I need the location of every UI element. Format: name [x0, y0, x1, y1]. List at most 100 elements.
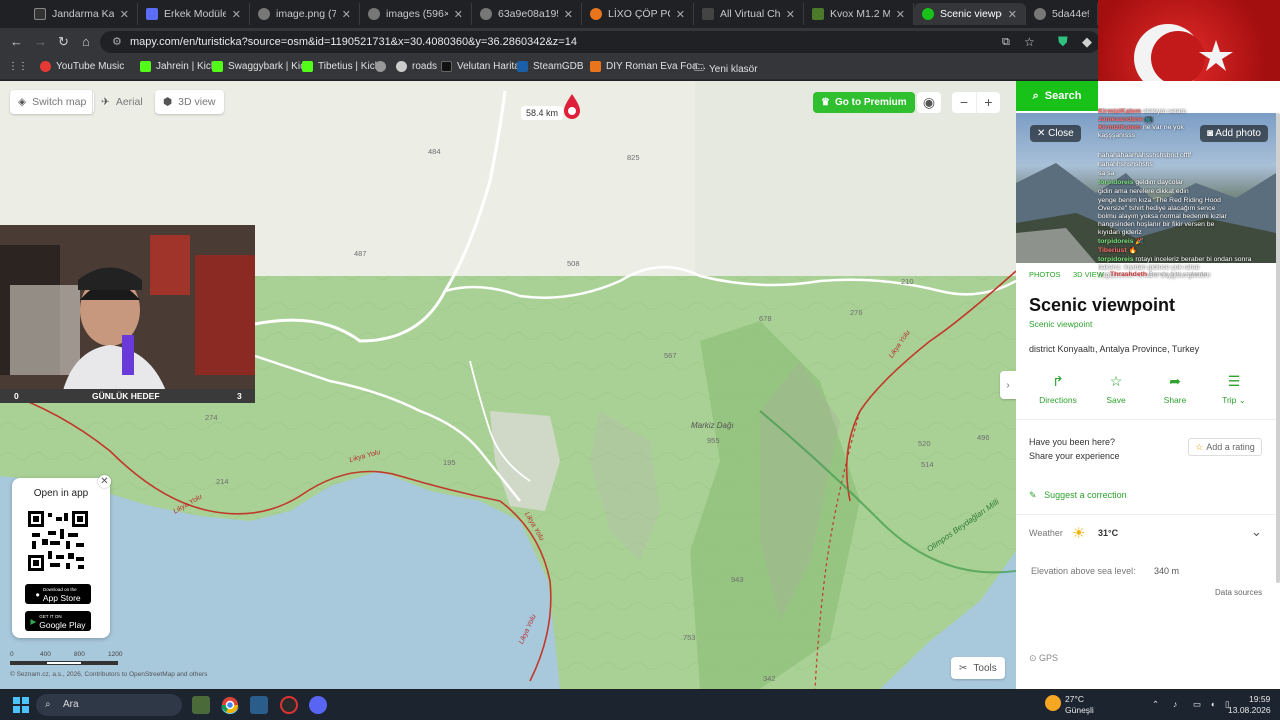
chrome-icon[interactable] — [221, 696, 239, 714]
shield-extension-icon[interactable]: ⛊ — [1058, 34, 1068, 50]
chevron-right-icon: › — [1006, 379, 1010, 391]
map-attribution[interactable]: © Seznam.cz, a.s., 2026, Contributors to… — [10, 671, 207, 678]
address-bar[interactable]: ⚙ mapy.com/en/turisticka?source=osm&id=1… — [100, 31, 1100, 53]
tab-scenic-viewpoint[interactable]: Scenic viewpoint✕ — [914, 3, 1026, 25]
forward-icon[interactable]: → — [34, 34, 47, 50]
discord-icon[interactable] — [309, 696, 327, 714]
sun-icon: ☀ — [1072, 525, 1086, 542]
close-icon[interactable]: ✕ — [98, 475, 111, 488]
volume-icon[interactable]: ◖ — [1210, 699, 1215, 709]
bookmark-tibetius[interactable]: Tibetius | Kick — [302, 61, 380, 72]
app-icon[interactable] — [250, 696, 268, 714]
bookmarks-bar: ⋮⋮ YouTube Music Jahrein | Kick Swaggyba… — [0, 56, 1280, 80]
bookmark-steamgdb[interactable]: SteamGDB — [517, 61, 584, 72]
close-tab-icon[interactable]: ✕ — [342, 8, 351, 21]
gps-row[interactable]: ⊙ GPS — [1029, 653, 1058, 664]
tab-kvox[interactable]: Kvox M1.2 Motos✕ — [804, 3, 914, 25]
aerial-button[interactable]: ✈ Aerial — [92, 90, 151, 114]
zoom-out-button[interactable]: − — [952, 92, 976, 113]
share-button[interactable]: ➦ Share — [1145, 373, 1205, 405]
tray-time[interactable]: 19:59 — [1249, 694, 1270, 704]
zoom-in-button[interactable]: + — [976, 92, 1000, 113]
elevation-label: Elevation above sea level: — [1031, 566, 1136, 576]
widget-icon[interactable] — [192, 696, 210, 714]
close-tab-icon[interactable]: ✕ — [454, 8, 463, 21]
tab-erkek[interactable]: Erkek Modüler&D✕ — [138, 3, 250, 25]
tab-virtual-challenge[interactable]: All Virtual Challe✕ — [694, 3, 804, 25]
bookmark-jahrein[interactable]: Jahrein | Kick — [140, 61, 216, 72]
bookmark-swaggybark[interactable]: Swaggybark | Kick — [212, 61, 310, 72]
switch-map-button[interactable]: ◈ Switch map — [10, 90, 95, 114]
app-icon[interactable] — [280, 696, 298, 714]
bookmark-globe[interactable] — [375, 61, 386, 72]
app-store-button[interactable]: ● Download on the App Store — [25, 584, 91, 604]
elevation-label: 943 — [731, 575, 744, 584]
bookmark-roads[interactable]: roads — [396, 61, 437, 72]
search-button[interactable]: ⌕ Search — [1016, 81, 1098, 111]
tools-button[interactable]: ✂ Tools — [951, 657, 1005, 679]
back-icon[interactable]: ← — [10, 34, 23, 50]
tab-3d-view[interactable]: 3D VIEW — [1073, 270, 1104, 279]
tab-5da44[interactable]: 5da44e9645d2 — [1026, 3, 1098, 25]
bookmark-yeni-klasor[interactable]: 🗀 Yeni klasör — [694, 61, 758, 78]
windows-taskbar: ⌕ Ara 27°C Güneşli ⌃ ♪ ▭ ◖ ▯ 19:59 13.08.… — [0, 690, 1280, 720]
panel-scrollbar[interactable] — [1276, 113, 1280, 583]
crown-icon: ♛ — [821, 97, 830, 108]
qr-code-icon[interactable] — [28, 511, 88, 571]
tab-image-png[interactable]: image.png (718×✕ — [250, 3, 360, 25]
tab-lixo[interactable]: LİXO ÇÖP POŞETİ✕ — [582, 3, 694, 25]
taskbar-search[interactable]: ⌕ Ara — [36, 694, 182, 716]
globe-icon — [375, 61, 386, 72]
tray-date[interactable]: 13.08.2026 — [1228, 705, 1271, 715]
site-info-icon[interactable]: ⚙ — [112, 31, 122, 53]
close-tab-icon[interactable]: ✕ — [1008, 8, 1017, 21]
microphone-icon[interactable]: ♪ — [1173, 699, 1177, 709]
chevron-up-icon[interactable]: ⌃ — [1152, 699, 1159, 710]
trip-icon: ☰ — [1227, 373, 1241, 389]
close-button[interactable]: ✕ Close — [1030, 125, 1081, 142]
chevron-down-icon[interactable]: ⌄ — [1251, 524, 1262, 540]
collapse-panel-button[interactable]: › — [1000, 371, 1016, 399]
close-tab-icon[interactable]: ✕ — [896, 8, 905, 21]
trip-button[interactable]: ☰ Trip ⌄ — [1204, 373, 1264, 406]
tab-photos[interactable]: PHOTOS — [1029, 270, 1061, 279]
close-tab-icon[interactable]: ✕ — [120, 8, 129, 21]
elevation-label: 484 — [428, 147, 441, 156]
bookmark-diy-roman[interactable]: DIY Roman Eva Foa... — [590, 61, 706, 72]
windows-start-icon[interactable] — [13, 697, 29, 713]
suggest-correction-link[interactable]: ✎ Suggest a correction — [1029, 490, 1127, 501]
data-sources-link[interactable]: Data sources — [1215, 588, 1262, 597]
target-icon: ◉ — [922, 94, 936, 110]
layers-icon: ◈ — [18, 96, 27, 108]
add-photo-button[interactable]: ◙ Add photo — [1200, 125, 1268, 142]
reload-icon[interactable]: ↻ — [58, 34, 69, 50]
bookmark-youtube-music[interactable]: YouTube Music — [40, 61, 124, 72]
place-category[interactable]: Scenic viewpoint — [1029, 319, 1092, 329]
my-location-button[interactable]: ◉ — [917, 92, 941, 113]
bookmark-velutan[interactable]: Velutan Harita — [441, 61, 520, 72]
tab-jandarma[interactable]: Jandarma Kamufl✕ — [26, 3, 138, 25]
bookmark-star-icon[interactable]: ☆ — [1024, 34, 1035, 50]
install-app-icon[interactable]: ⧉ — [1002, 34, 1010, 50]
close-tab-icon[interactable]: ✕ — [676, 8, 685, 21]
extension-icon[interactable]: ◆ — [1082, 34, 1092, 50]
apps-icon[interactable]: ⋮⋮ — [8, 61, 28, 72]
pencil-icon: ✎ — [1029, 490, 1040, 500]
go-to-premium-button[interactable]: ♛ Go to Premium — [813, 92, 915, 113]
close-tab-icon[interactable]: ✕ — [564, 8, 573, 21]
tab-images[interactable]: images (596×335)✕ — [360, 3, 472, 25]
location-pin-icon[interactable] — [562, 93, 582, 121]
tab-63a9[interactable]: 63a9e08a1959eg✕ — [472, 3, 582, 25]
home-icon[interactable]: ⌂ — [82, 34, 90, 50]
directions-button[interactable]: ↱ Directions — [1028, 373, 1088, 405]
close-tab-icon[interactable]: ✕ — [232, 8, 241, 21]
add-rating-button[interactable]: ☆ Add a rating — [1188, 438, 1262, 456]
weather-tray-icon[interactable] — [1045, 695, 1061, 711]
google-play-button[interactable]: ▶ GET IT ON Google Play — [25, 611, 91, 631]
save-button[interactable]: ☆ Save — [1086, 373, 1146, 405]
close-tab-icon[interactable]: ✕ — [786, 8, 795, 21]
monitor-icon[interactable]: ▭ — [1193, 699, 1201, 710]
share-experience-text: Share your experience — [1029, 451, 1120, 461]
3d-view-button[interactable]: ⬢ 3D view — [155, 90, 224, 114]
chevron-down-icon: ⌄ — [1238, 395, 1246, 405]
